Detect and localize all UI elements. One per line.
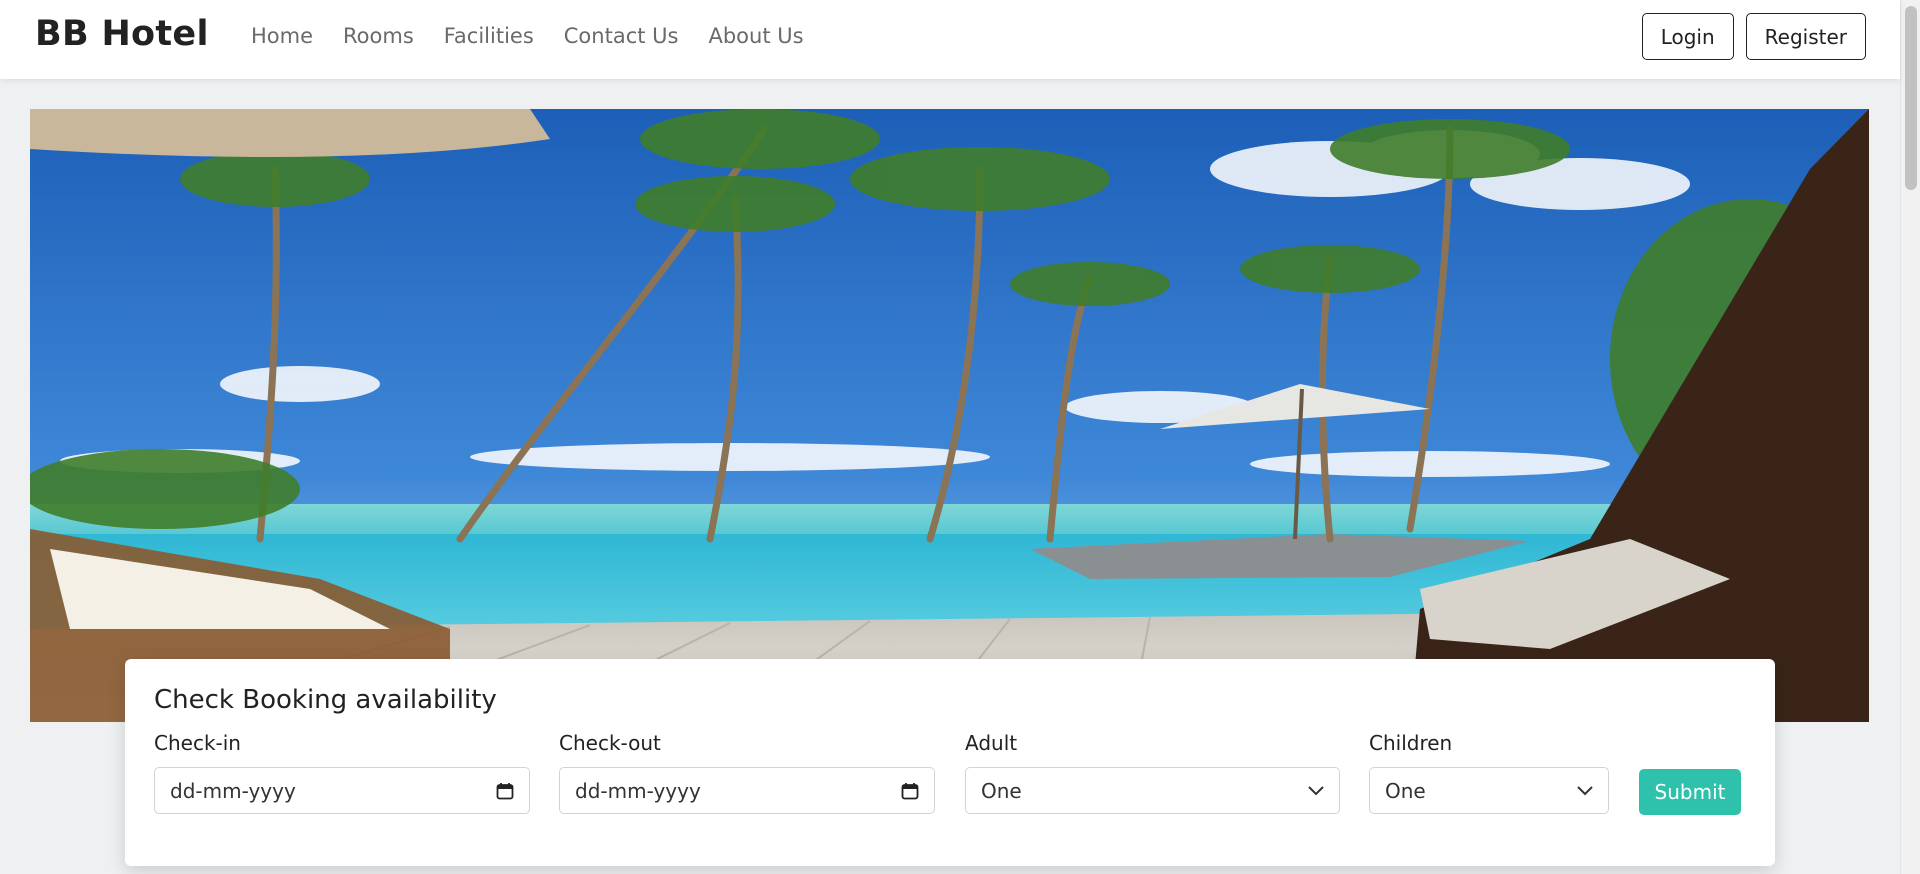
checkin-input[interactable]: dd-mm-yyyy	[154, 767, 530, 814]
page-scrollbar[interactable]	[1900, 0, 1920, 874]
top-navbar: BB Hotel Home Rooms Facilities Contact U…	[0, 0, 1900, 79]
nav-facilities-link[interactable]: Facilities	[444, 24, 534, 48]
submit-button[interactable]: Submit	[1639, 769, 1741, 815]
adult-selected-value: One	[981, 778, 1022, 803]
calendar-icon[interactable]	[496, 782, 514, 800]
chevron-down-icon	[1308, 785, 1324, 795]
booking-title: Check Booking availability	[154, 685, 497, 715]
booking-availability-card: Check Booking availability Check-in dd-m…	[125, 659, 1775, 866]
nav-home-link[interactable]: Home	[251, 24, 313, 48]
adult-select[interactable]: One	[965, 767, 1340, 814]
children-field: Children One	[1369, 731, 1609, 814]
register-button[interactable]: Register	[1745, 13, 1866, 60]
main-nav: Home Rooms Facilities Contact Us About U…	[251, 24, 804, 48]
nav-about-link[interactable]: About Us	[708, 24, 803, 48]
adult-label: Adult	[965, 731, 1018, 755]
children-select[interactable]: One	[1369, 767, 1609, 814]
calendar-icon[interactable]	[901, 782, 919, 800]
login-button[interactable]: Login	[1641, 13, 1734, 60]
checkout-placeholder: dd-mm-yyyy	[575, 778, 701, 803]
children-label: Children	[1369, 731, 1453, 755]
scrollbar-thumb[interactable]	[1905, 6, 1917, 190]
checkin-placeholder: dd-mm-yyyy	[170, 778, 296, 803]
checkin-label: Check-in	[154, 731, 241, 755]
hero-image	[30, 109, 1869, 722]
checkin-field: Check-in dd-mm-yyyy	[154, 731, 530, 814]
brand-logo[interactable]: BB Hotel	[35, 14, 209, 54]
chevron-down-icon	[1577, 785, 1593, 795]
checkout-label: Check-out	[559, 731, 661, 755]
auth-buttons: Login Register	[1641, 13, 1866, 60]
nav-rooms-link[interactable]: Rooms	[343, 24, 414, 48]
children-selected-value: One	[1385, 778, 1426, 803]
adult-field: Adult One	[965, 731, 1340, 814]
checkout-input[interactable]: dd-mm-yyyy	[559, 767, 935, 814]
checkout-field: Check-out dd-mm-yyyy	[559, 731, 935, 814]
nav-contact-link[interactable]: Contact Us	[564, 24, 679, 48]
